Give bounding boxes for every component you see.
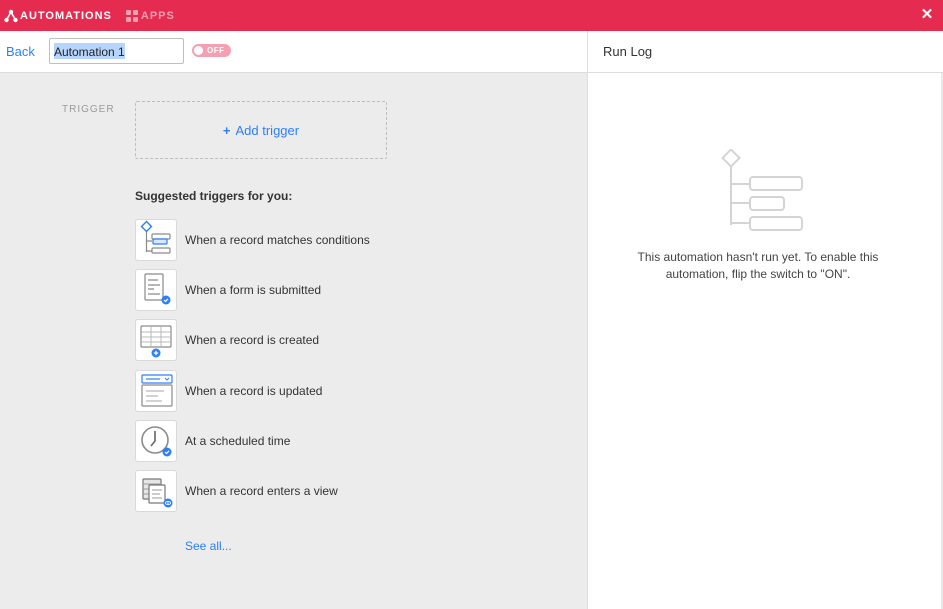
add-trigger-button[interactable]: + Add trigger bbox=[135, 101, 387, 159]
automation-name-selection: Automation 1 bbox=[54, 43, 125, 59]
suggestion-scheduled-time[interactable]: At a scheduled time bbox=[135, 420, 435, 462]
trigger-panel: TRIGGER + Add trigger Suggested triggers… bbox=[0, 73, 587, 609]
suggestion-record-enters-view[interactable]: When a record enters a view bbox=[135, 470, 435, 512]
back-link[interactable]: Back bbox=[6, 44, 35, 59]
suggestion-label: When a record matches conditions bbox=[185, 233, 370, 247]
automations-tab-label: AUTOMATIONS bbox=[20, 9, 112, 22]
see-all-link[interactable]: See all... bbox=[185, 539, 232, 553]
top-bar: AUTOMATIONS APPS ✕ bbox=[0, 0, 943, 31]
suggestion-form-submitted[interactable]: When a form is submitted bbox=[135, 269, 435, 311]
automation-toggle[interactable]: OFF bbox=[192, 44, 231, 57]
apps-tab[interactable]: APPS bbox=[125, 0, 175, 31]
suggestion-label: When a record is updated bbox=[185, 384, 323, 398]
trigger-section-label: TRIGGER bbox=[62, 104, 115, 115]
plus-icon: + bbox=[222, 122, 231, 138]
record-created-icon bbox=[135, 319, 177, 361]
clock-icon bbox=[135, 420, 177, 462]
apps-icon bbox=[125, 9, 138, 22]
toggle-knob bbox=[194, 46, 203, 55]
automations-tab[interactable]: AUTOMATIONS bbox=[4, 0, 112, 31]
suggestion-record-updated[interactable]: When a record is updated bbox=[135, 370, 435, 412]
form-icon bbox=[135, 269, 177, 311]
suggested-triggers-title: Suggested triggers for you: bbox=[135, 189, 293, 203]
suggestion-label: When a form is submitted bbox=[185, 283, 322, 297]
automation-name-text: Automation 1 bbox=[54, 45, 125, 59]
suggestion-label: At a scheduled time bbox=[185, 434, 291, 448]
apps-tab-label: APPS bbox=[140, 9, 175, 22]
toggle-label: OFF bbox=[207, 46, 225, 55]
run-log-panel: This automation hasn't run yet. To enabl… bbox=[587, 73, 943, 609]
run-log-empty-illustration bbox=[718, 148, 808, 244]
suggestion-record-matches-conditions[interactable]: When a record matches conditions bbox=[135, 219, 435, 261]
view-icon bbox=[135, 470, 177, 512]
run-log-header: Run Log bbox=[587, 31, 943, 73]
add-trigger-label: Add trigger bbox=[235, 122, 300, 138]
run-log-title: Run Log bbox=[603, 44, 653, 59]
suggestion-label: When a record is created bbox=[185, 333, 320, 347]
conditions-icon bbox=[135, 219, 177, 261]
run-log-empty-message: This automation hasn't run yet. To enabl… bbox=[637, 250, 879, 281]
record-updated-icon bbox=[135, 370, 177, 412]
automation-header: Back Automation 1 OFF bbox=[0, 31, 587, 73]
close-icon[interactable]: ✕ bbox=[920, 7, 934, 22]
automations-icon bbox=[4, 9, 18, 22]
suggestion-record-created[interactable]: When a record is created bbox=[135, 319, 435, 361]
suggestion-label: When a record enters a view bbox=[185, 484, 338, 498]
